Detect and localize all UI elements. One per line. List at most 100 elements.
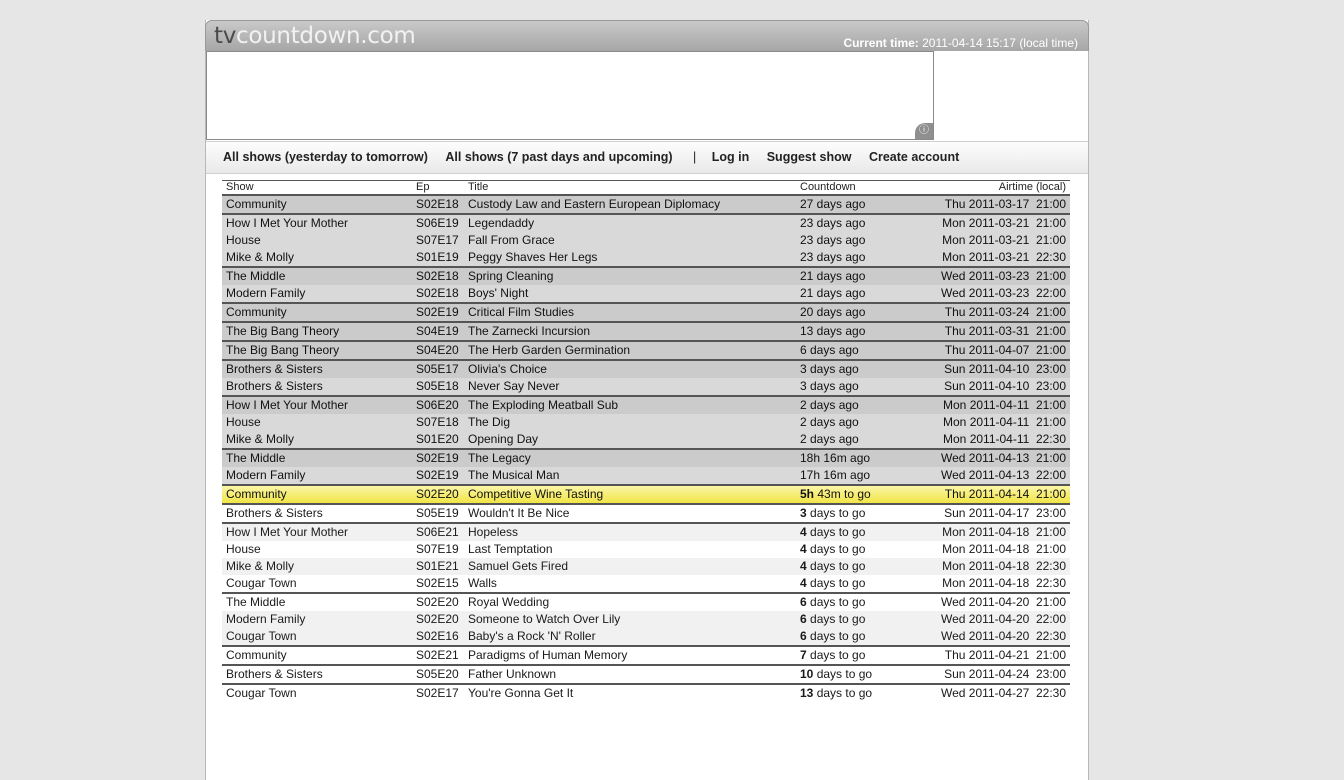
table-row[interactable]: The Middle S02E18 Spring Cleaning 21 days a… — [222, 266, 1070, 285]
cell-title[interactable]: The Herb Garden Germination — [464, 340, 796, 360]
table-row[interactable]: Mike & Molly S01E21 Samuel Gets Fired 4 day… — [222, 558, 1070, 575]
cell-show[interactable]: Cougar Town — [222, 628, 412, 646]
cell-title[interactable]: Critical Film Studies — [464, 302, 796, 322]
col-header-countdown[interactable]: Countdown — [796, 180, 914, 196]
cell-show[interactable]: Community — [222, 302, 412, 322]
cell-title[interactable]: Wouldn't It Be Nice — [464, 503, 796, 523]
cell-title[interactable]: Baby's a Rock 'N' Roller — [464, 628, 796, 646]
nav-suggest-show[interactable]: Suggest show — [767, 142, 852, 173]
table-row[interactable]: Brothers & Sisters S05E19 Wouldn't It Be N… — [222, 503, 1070, 523]
cell-title[interactable]: Someone to Watch Over Lily — [464, 611, 796, 628]
cell-title[interactable]: Fall From Grace — [464, 232, 796, 249]
cell-title[interactable]: Samuel Gets Fired — [464, 558, 796, 575]
cell-show[interactable]: House — [222, 541, 412, 558]
cell-show[interactable]: Brothers & Sisters — [222, 359, 412, 378]
cell-show[interactable]: How I Met Your Mother — [222, 395, 412, 414]
cell-title[interactable]: Olivia's Choice — [464, 359, 796, 378]
table-row[interactable]: Community S02E20 Competitive Wine Tasting 5… — [222, 484, 1070, 504]
cell-title[interactable]: Never Say Never — [464, 378, 796, 396]
table-row[interactable]: Modern Family S02E20 Someone to Watch Over… — [222, 611, 1070, 628]
cell-title[interactable]: Spring Cleaning — [464, 266, 796, 285]
cell-title[interactable]: Royal Wedding — [464, 592, 796, 611]
table-row[interactable]: Cougar Town S02E16 Baby's a Rock 'N' Rolle… — [222, 628, 1070, 646]
table-row[interactable]: How I Met Your Mother S06E21 Hopeless 4 day… — [222, 522, 1070, 541]
cell-airtime: Thu 2011-04-14 21:00 — [914, 484, 1070, 504]
cell-show[interactable]: Brothers & Sisters — [222, 378, 412, 396]
table-row[interactable]: The Middle S02E20 Royal Wedding 6 days to g… — [222, 592, 1070, 611]
cell-show[interactable]: The Middle — [222, 266, 412, 285]
table-row[interactable]: Cougar Town S02E15 Walls 4 days to go Mon 20… — [222, 575, 1070, 593]
table-row[interactable]: Brothers & Sisters S05E17 Olivia's Choice 3… — [222, 359, 1070, 378]
cell-airtime: Mon 2011-03-21 21:00 — [914, 232, 1070, 249]
cell-title[interactable]: Boys' Night — [464, 285, 796, 303]
cell-show[interactable]: Community — [222, 484, 412, 504]
cell-title[interactable]: The Zarnecki Incursion — [464, 321, 796, 341]
cell-title[interactable]: Walls — [464, 575, 796, 593]
cell-show[interactable]: The Big Bang Theory — [222, 321, 412, 341]
col-header-airtime[interactable]: Airtime (local) — [914, 180, 1070, 196]
cell-title[interactable]: Peggy Shaves Her Legs — [464, 249, 796, 267]
table-row[interactable]: Brothers & Sisters S05E18 Never Say Never 3… — [222, 378, 1070, 396]
table-row[interactable]: Community S02E21 Paradigms of Human Memory… — [222, 645, 1070, 665]
table-row[interactable]: Cougar Town S02E17 You're Gonna Get It 13 d… — [222, 683, 1070, 702]
site-logo[interactable]: tvcountdown.com — [214, 23, 416, 49]
table-row[interactable]: Community S02E18 Custody Law and Eastern E… — [222, 194, 1070, 214]
cell-title[interactable]: The Musical Man — [464, 467, 796, 485]
table-row[interactable]: Mike & Molly S01E20 Opening Day 2 days ago M… — [222, 431, 1070, 449]
nav-all-shows-7-days[interactable]: All shows (7 past days and upcoming) — [445, 142, 672, 173]
cell-show[interactable]: The Big Bang Theory — [222, 340, 412, 360]
cell-title[interactable]: Paradigms of Human Memory — [464, 645, 796, 665]
cell-show[interactable]: Mike & Molly — [222, 431, 412, 449]
col-header-ep[interactable]: Ep — [412, 180, 464, 196]
cell-show[interactable]: Modern Family — [222, 467, 412, 485]
cell-title[interactable]: Last Temptation — [464, 541, 796, 558]
table-row[interactable]: House S07E18 The Dig 2 days ago Mon 2011-04-… — [222, 414, 1070, 431]
table-row[interactable]: Brothers & Sisters S05E20 Father Unknown 10… — [222, 664, 1070, 684]
cell-show[interactable]: Brothers & Sisters — [222, 664, 412, 684]
cell-title[interactable]: The Legacy — [464, 448, 796, 467]
table-row[interactable]: House S07E19 Last Temptation 4 days to go Mo… — [222, 541, 1070, 558]
cell-title[interactable]: Hopeless — [464, 522, 796, 541]
nav-all-shows-yesterday-tomorrow[interactable]: All shows (yesterday to tomorrow) — [223, 142, 428, 173]
cell-title[interactable]: Legendaddy — [464, 213, 796, 232]
cell-show[interactable]: Community — [222, 645, 412, 665]
table-row[interactable]: Modern Family S02E19 The Musical Man 17h 16… — [222, 467, 1070, 485]
cell-show[interactable]: The Middle — [222, 592, 412, 611]
table-row[interactable]: How I Met Your Mother S06E20 The Exploding… — [222, 395, 1070, 414]
table-row[interactable]: Mike & Molly S01E19 Peggy Shaves Her Legs 2… — [222, 249, 1070, 267]
cell-show[interactable]: Brothers & Sisters — [222, 503, 412, 523]
info-icon[interactable]: ⓘ — [915, 123, 933, 139]
table-row[interactable]: The Middle S02E19 The Legacy 18h 16m ago Wed… — [222, 448, 1070, 467]
col-header-title[interactable]: Title — [464, 180, 796, 196]
cell-show[interactable]: Cougar Town — [222, 575, 412, 593]
col-header-show[interactable]: Show — [222, 180, 412, 196]
cell-title[interactable]: The Exploding Meatball Sub — [464, 395, 796, 414]
cell-countdown: 23 days ago — [796, 213, 914, 232]
cell-show[interactable]: How I Met Your Mother — [222, 213, 412, 232]
cell-title[interactable]: Custody Law and Eastern European Diploma… — [464, 194, 796, 214]
cell-show[interactable]: House — [222, 414, 412, 431]
cell-title[interactable]: Competitive Wine Tasting — [464, 484, 796, 504]
ad-banner[interactable]: ⓘ — [206, 51, 934, 140]
nav-create-account[interactable]: Create account — [869, 142, 959, 173]
cell-title[interactable]: The Dig — [464, 414, 796, 431]
table-row[interactable]: How I Met Your Mother S06E19 Legendaddy 23 … — [222, 213, 1070, 232]
cell-title[interactable]: Father Unknown — [464, 664, 796, 684]
table-row[interactable]: Community S02E19 Critical Film Studies 20 d… — [222, 302, 1070, 322]
table-row[interactable]: House S07E17 Fall From Grace 23 days ago Mon… — [222, 232, 1070, 249]
cell-show[interactable]: Modern Family — [222, 611, 412, 628]
cell-show[interactable]: Community — [222, 194, 412, 214]
cell-show[interactable]: Mike & Molly — [222, 558, 412, 575]
cell-show[interactable]: The Middle — [222, 448, 412, 467]
cell-show[interactable]: House — [222, 232, 412, 249]
table-row[interactable]: The Big Bang Theory S04E20 The Herb Garden… — [222, 340, 1070, 360]
nav-login[interactable]: Log in — [712, 142, 750, 173]
table-row[interactable]: The Big Bang Theory S04E19 The Zarnecki In… — [222, 321, 1070, 341]
cell-show[interactable]: Mike & Molly — [222, 249, 412, 267]
cell-show[interactable]: Modern Family — [222, 285, 412, 303]
cell-title[interactable]: Opening Day — [464, 431, 796, 449]
cell-show[interactable]: Cougar Town — [222, 683, 412, 702]
cell-show[interactable]: How I Met Your Mother — [222, 522, 412, 541]
cell-title[interactable]: You're Gonna Get It — [464, 683, 796, 702]
table-row[interactable]: Modern Family S02E18 Boys' Night 21 days ag… — [222, 285, 1070, 303]
